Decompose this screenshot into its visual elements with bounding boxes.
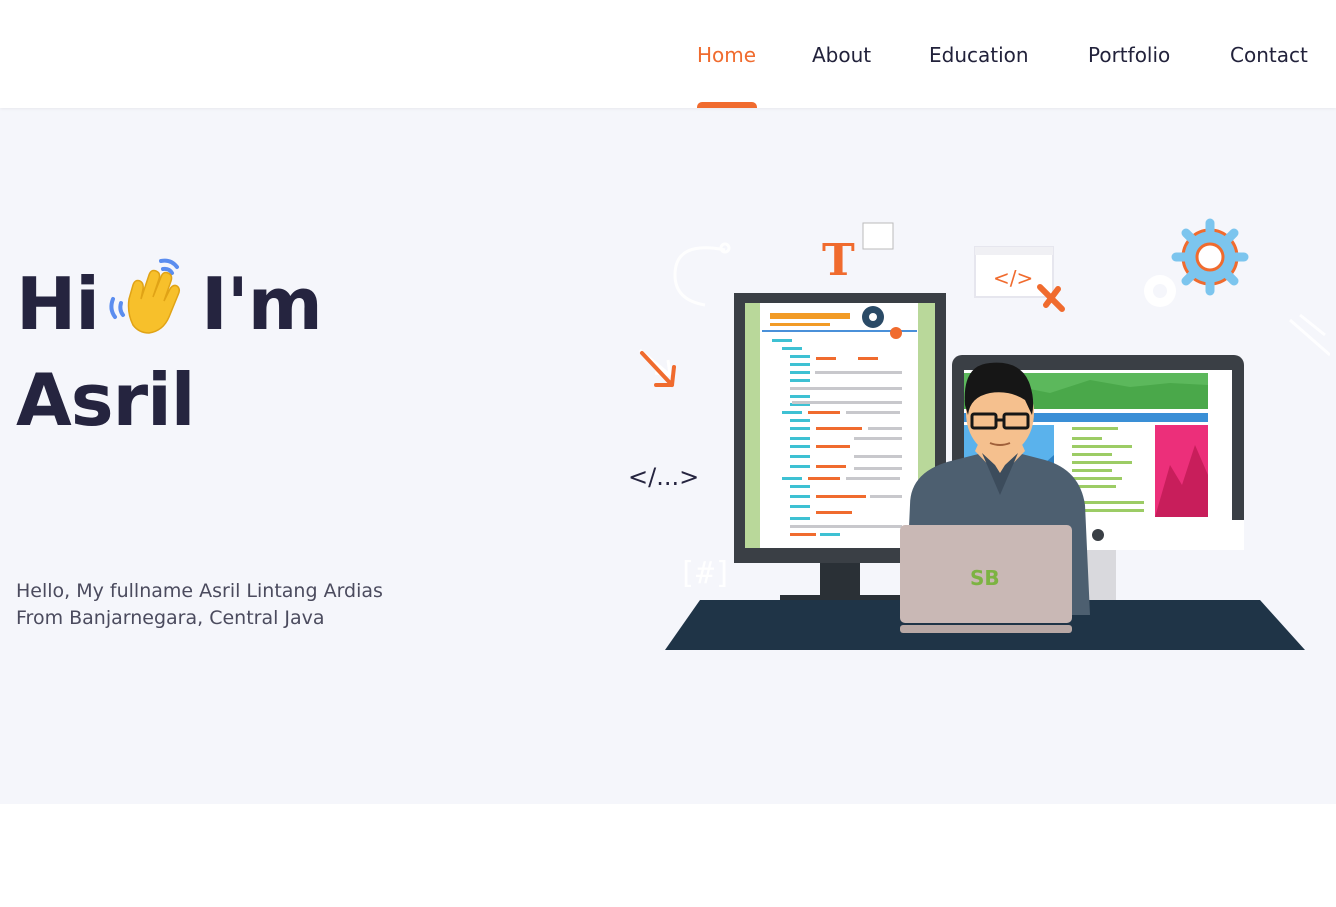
- letter-t-icon: T: [822, 235, 855, 286]
- intro-line-1: Hello, My fullname Asril Lintang Ardias: [16, 580, 383, 602]
- nav-home[interactable]: Home: [697, 42, 756, 68]
- code-tag-text: </...>: [628, 463, 699, 491]
- active-nav-indicator: [697, 102, 757, 108]
- laptop-logo: SB: [970, 566, 1000, 590]
- hero-title: Hi I'm Asril: [16, 255, 576, 448]
- intro-line-2: From Banjarnegara, Central Java: [16, 607, 325, 629]
- hero-greeting: Hi: [16, 262, 100, 346]
- navbar: Home About Education Portfolio Contact: [0, 0, 1336, 108]
- nav-about[interactable]: About: [812, 42, 871, 68]
- hero-intro: Hello, My fullname Asril Lintang Ardias …: [16, 578, 536, 632]
- hash-tag-text: [#]: [678, 556, 732, 591]
- nav-portfolio[interactable]: Portfolio: [1088, 42, 1170, 68]
- laptop: SB: [900, 525, 1072, 633]
- code-window-text: </>: [993, 266, 1033, 290]
- waving-hand-icon: [109, 258, 180, 334]
- gear-icon: [1171, 218, 1249, 296]
- code-window-icon: </>: [974, 246, 1065, 312]
- small-gear-icon: [1144, 275, 1176, 307]
- small-flag-icon: [862, 222, 894, 250]
- nav-contact[interactable]: Contact: [1230, 42, 1308, 68]
- hero-illustration: </...> [#] T </> SB: [628, 218, 1330, 650]
- hero-im: I'm: [200, 262, 323, 346]
- nav-education[interactable]: Education: [929, 42, 1029, 68]
- arrow-doodle: [639, 348, 676, 387]
- hero-name: Asril: [16, 358, 195, 442]
